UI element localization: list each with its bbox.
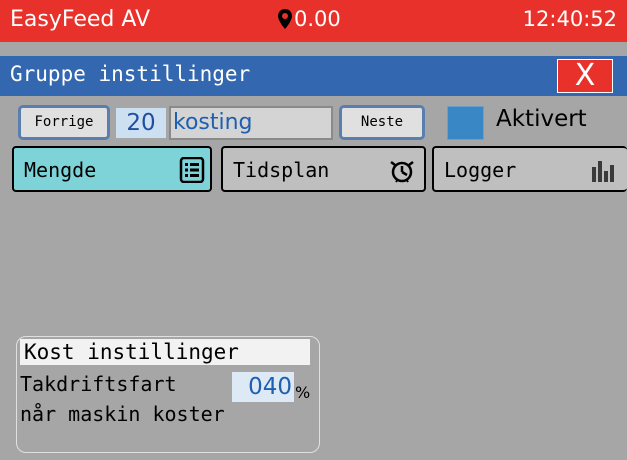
next-button[interactable]: Neste [339,105,425,140]
roof-speed-input[interactable]: 040 [232,372,294,402]
tab-label: Logger [444,158,517,182]
percent-unit: % [295,383,311,402]
list-icon [179,157,205,183]
active-checkbox[interactable] [447,106,484,140]
location-value: 0.00 [294,7,341,31]
roof-speed-label: Takdriftsfart [20,372,177,396]
active-label: Aktivert [496,106,587,132]
tab-label: Mengde [24,158,97,182]
location-pin-icon [278,9,292,29]
bar-chart-icon [592,161,614,182]
clock: 12:40:52 [522,7,617,31]
tab-mengde[interactable]: Mengde [12,146,212,192]
tab-logger[interactable]: Logger [432,146,627,192]
page-title: Gruppe instillinger [10,62,251,86]
location-readout: 0.00 [278,7,341,31]
cost-settings-title: Kost instillinger [20,339,310,365]
close-button[interactable]: X [557,59,613,93]
timer-icon [390,161,414,183]
group-number: 20 [116,108,166,138]
group-name-field[interactable]: kosting [169,106,333,140]
title-bar: Gruppe instillinger X [0,56,627,96]
status-bar: EasyFeed AV 0.00 12:40:52 [0,0,627,42]
tab-label: Tidsplan [233,158,330,182]
roof-speed-label-2: når maskin koster [20,402,225,426]
tab-tidsplan[interactable]: Tidsplan [221,146,426,192]
app-name: EasyFeed AV [10,7,151,32]
previous-button[interactable]: Forrige [18,105,110,140]
